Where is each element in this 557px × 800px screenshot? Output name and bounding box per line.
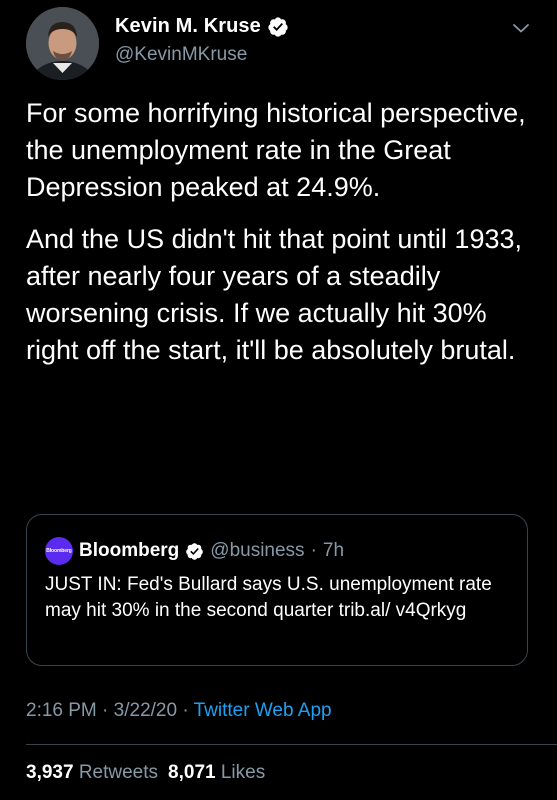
quoted-handle: @business (210, 540, 305, 561)
quoted-timestamp: 7h (322, 540, 345, 561)
tweet-paragraph: For some horrifying historical perspecti… (26, 98, 526, 202)
tweet-time[interactable]: 2:16 PM (26, 700, 97, 721)
profile-photo-icon (26, 7, 99, 80)
retweets-stat[interactable]: 3,937 Retweets (26, 762, 158, 783)
likes-stat[interactable]: 8,071 Likes (168, 762, 265, 783)
tweet: Kevin M. Kruse @KevinMKruse For some hor… (0, 0, 557, 800)
separator-dot: · (310, 540, 317, 561)
divider (26, 744, 557, 745)
tweet-paragraph: And the US didn't hit that point until 1… (26, 224, 522, 365)
quoted-tweet-header: Bloomberg Bloomberg @business · 7h (45, 537, 344, 565)
separator-dot: · (182, 700, 189, 721)
quoted-display-name: Bloomberg (79, 540, 180, 561)
verified-badge-icon (186, 542, 204, 560)
tweet-source-link[interactable]: Twitter Web App (194, 700, 332, 721)
likes-count: 8,071 (168, 762, 216, 783)
author-handle[interactable]: @KevinMKruse (115, 44, 247, 66)
quoted-tweet-text: JUST IN: Fed's Bullard says U.S. unemplo… (45, 574, 492, 621)
retweets-count: 3,937 (26, 762, 74, 783)
author-avatar[interactable] (26, 7, 99, 80)
quoted-tweet[interactable]: Bloomberg Bloomberg @business · 7h JUST … (26, 514, 528, 666)
author-name-row: Kevin M. Kruse (115, 15, 289, 38)
separator-dot: · (102, 700, 109, 721)
tweet-date[interactable]: 3/22/20 (114, 700, 177, 721)
tweet-meta: 2:16 PM · 3/22/20 · Twitter Web App (26, 700, 332, 722)
bloomberg-avatar: Bloomberg (45, 537, 73, 565)
author-display-name[interactable]: Kevin M. Kruse (115, 15, 261, 38)
tweet-text: For some horrifying historical perspecti… (26, 95, 536, 369)
verified-badge-icon (268, 16, 288, 37)
chevron-down-icon[interactable] (512, 22, 530, 34)
tweet-stats: 3,937 Retweets 8,071 Likes (26, 762, 265, 784)
retweets-label: Retweets (78, 762, 159, 783)
likes-label: Likes (220, 762, 266, 783)
